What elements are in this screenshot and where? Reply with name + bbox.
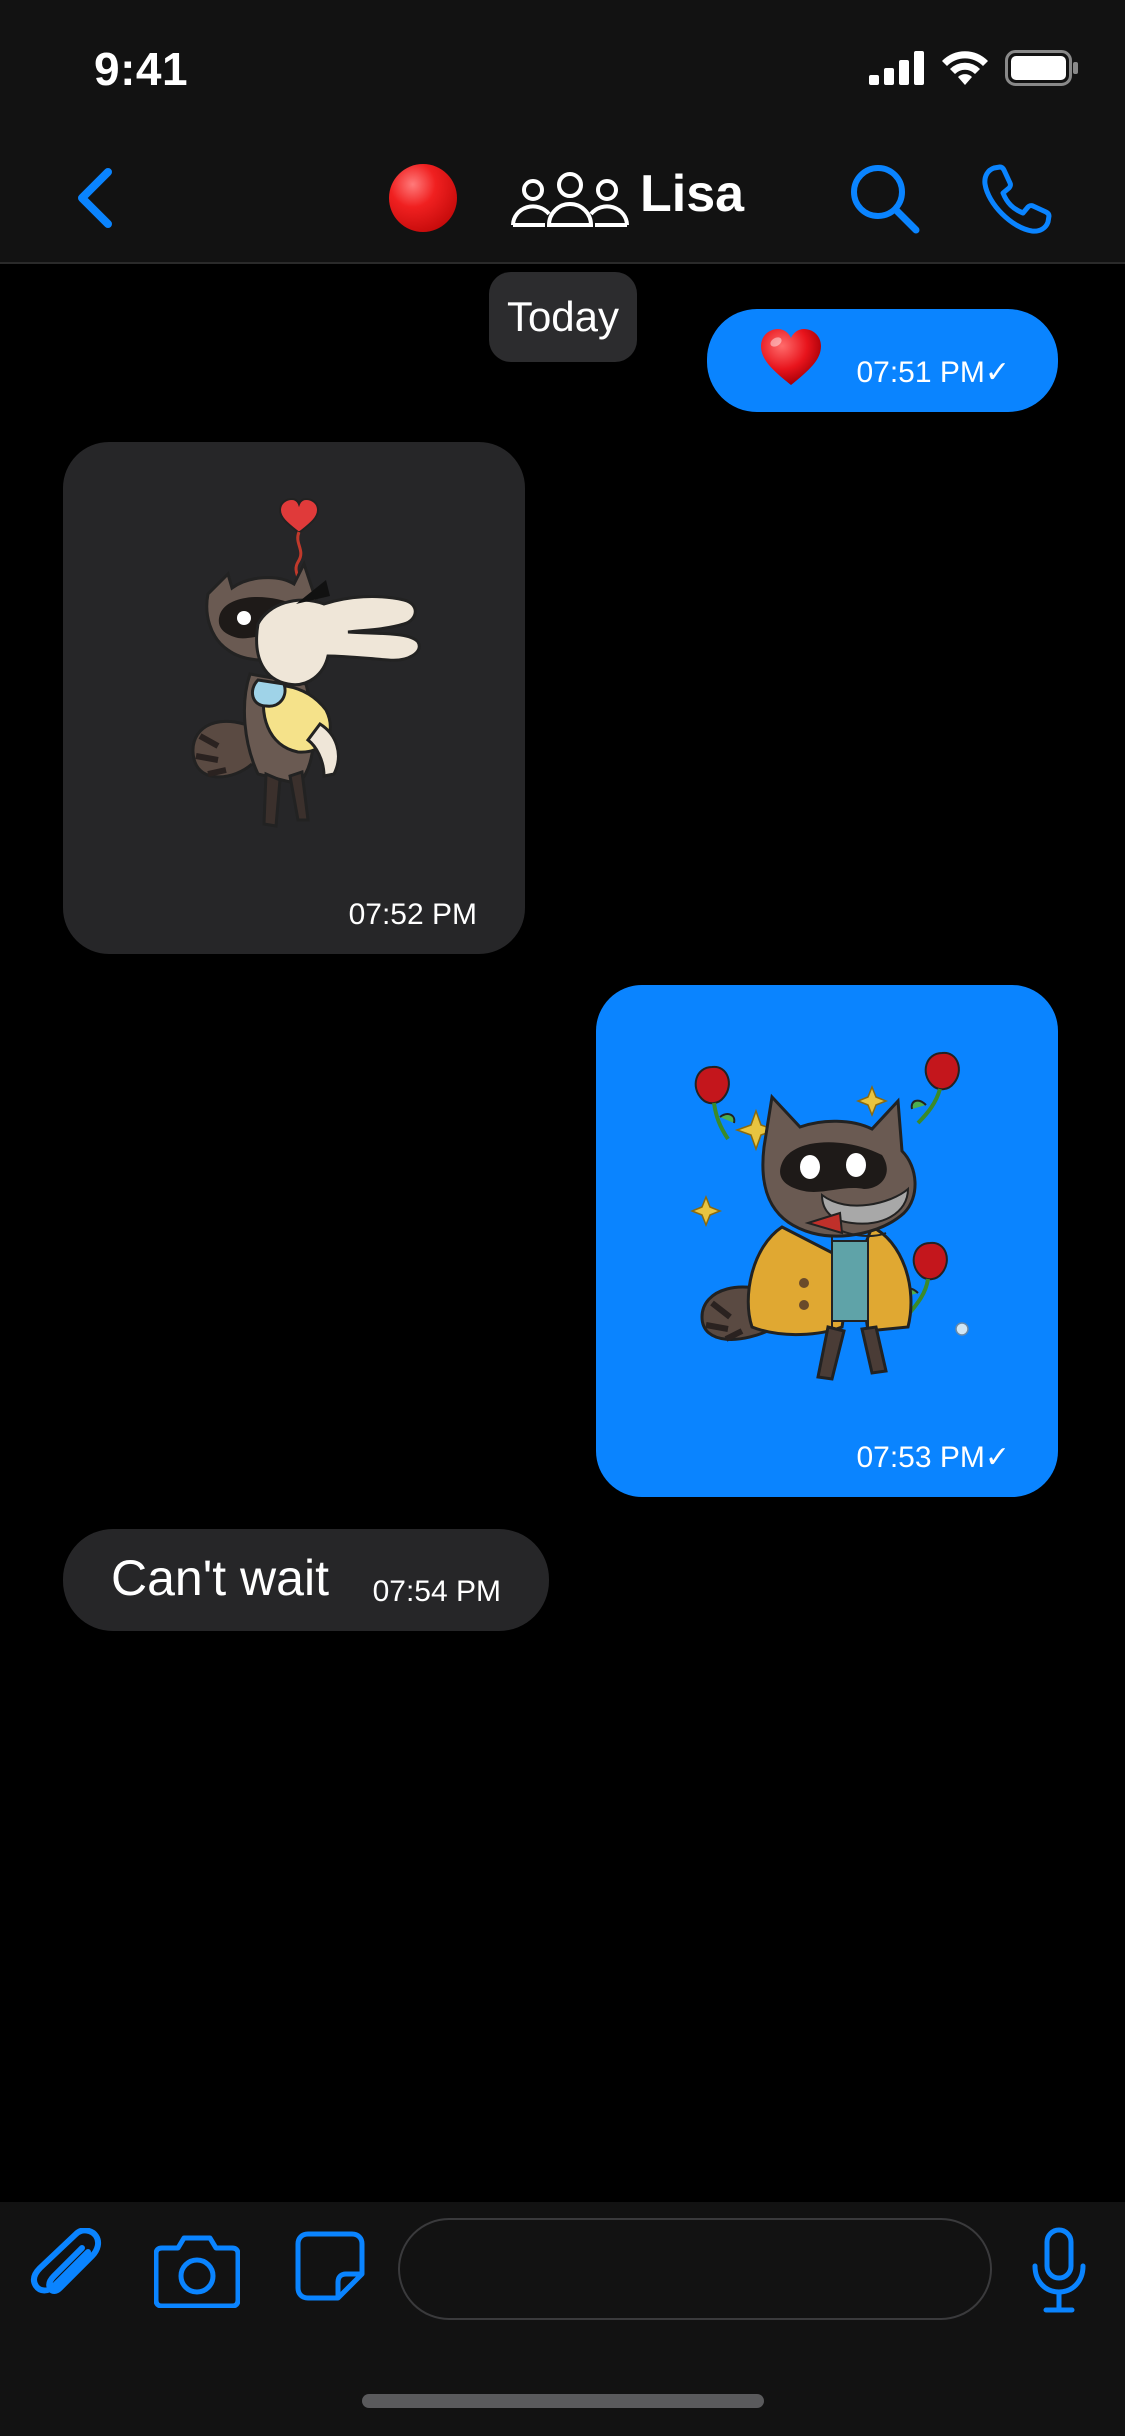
message-timestamp: 07:53 PM✓ <box>856 1441 1010 1474</box>
status-time: 9:41 <box>94 43 189 95</box>
raccoon-with-roses-sticker <box>689 1051 969 1381</box>
outgoing-message-heart[interactable]: 07:51 PM✓ <box>707 309 1058 412</box>
home-indicator <box>362 2394 764 2408</box>
message-timestamp: 07:52 PM <box>348 898 477 931</box>
microphone-icon[interactable] <box>1030 2226 1088 2314</box>
camera-icon[interactable] <box>154 2232 240 2308</box>
wifi-icon <box>942 51 988 85</box>
chat-title[interactable]: Lisa <box>640 164 744 224</box>
phone-icon[interactable] <box>980 162 1054 236</box>
group-icon[interactable] <box>505 170 635 230</box>
search-icon[interactable] <box>848 162 920 234</box>
message-timestamp: 07:54 PM <box>372 1575 501 1608</box>
red-circle-icon <box>389 164 457 232</box>
incoming-message-text[interactable]: Can't wait 07:54 PM <box>63 1529 549 1631</box>
composer-bar <box>0 2202 1125 2436</box>
status-bar: 9:41 <box>0 0 1125 132</box>
signal-icon <box>869 51 924 85</box>
outgoing-message-sticker[interactable]: 07:53 PM✓ <box>596 985 1058 1497</box>
battery-icon <box>1005 50 1078 86</box>
sticker-icon[interactable] <box>294 2230 366 2302</box>
raccoon-hugging-bunny-sticker <box>191 497 421 828</box>
status-icons <box>869 50 1079 86</box>
message-timestamp: 07:51 PM✓ <box>856 356 1010 389</box>
paperclip-icon[interactable] <box>30 2228 106 2312</box>
chevron-left-icon[interactable] <box>64 166 128 230</box>
date-separator: Today <box>489 272 637 362</box>
heart-emoji-icon <box>761 329 821 385</box>
incoming-message-sticker[interactable]: 07:52 PM <box>63 442 525 954</box>
message-input[interactable] <box>398 2218 992 2320</box>
message-text: Can't wait <box>111 1550 329 1606</box>
chat-header: Lisa <box>0 132 1125 264</box>
